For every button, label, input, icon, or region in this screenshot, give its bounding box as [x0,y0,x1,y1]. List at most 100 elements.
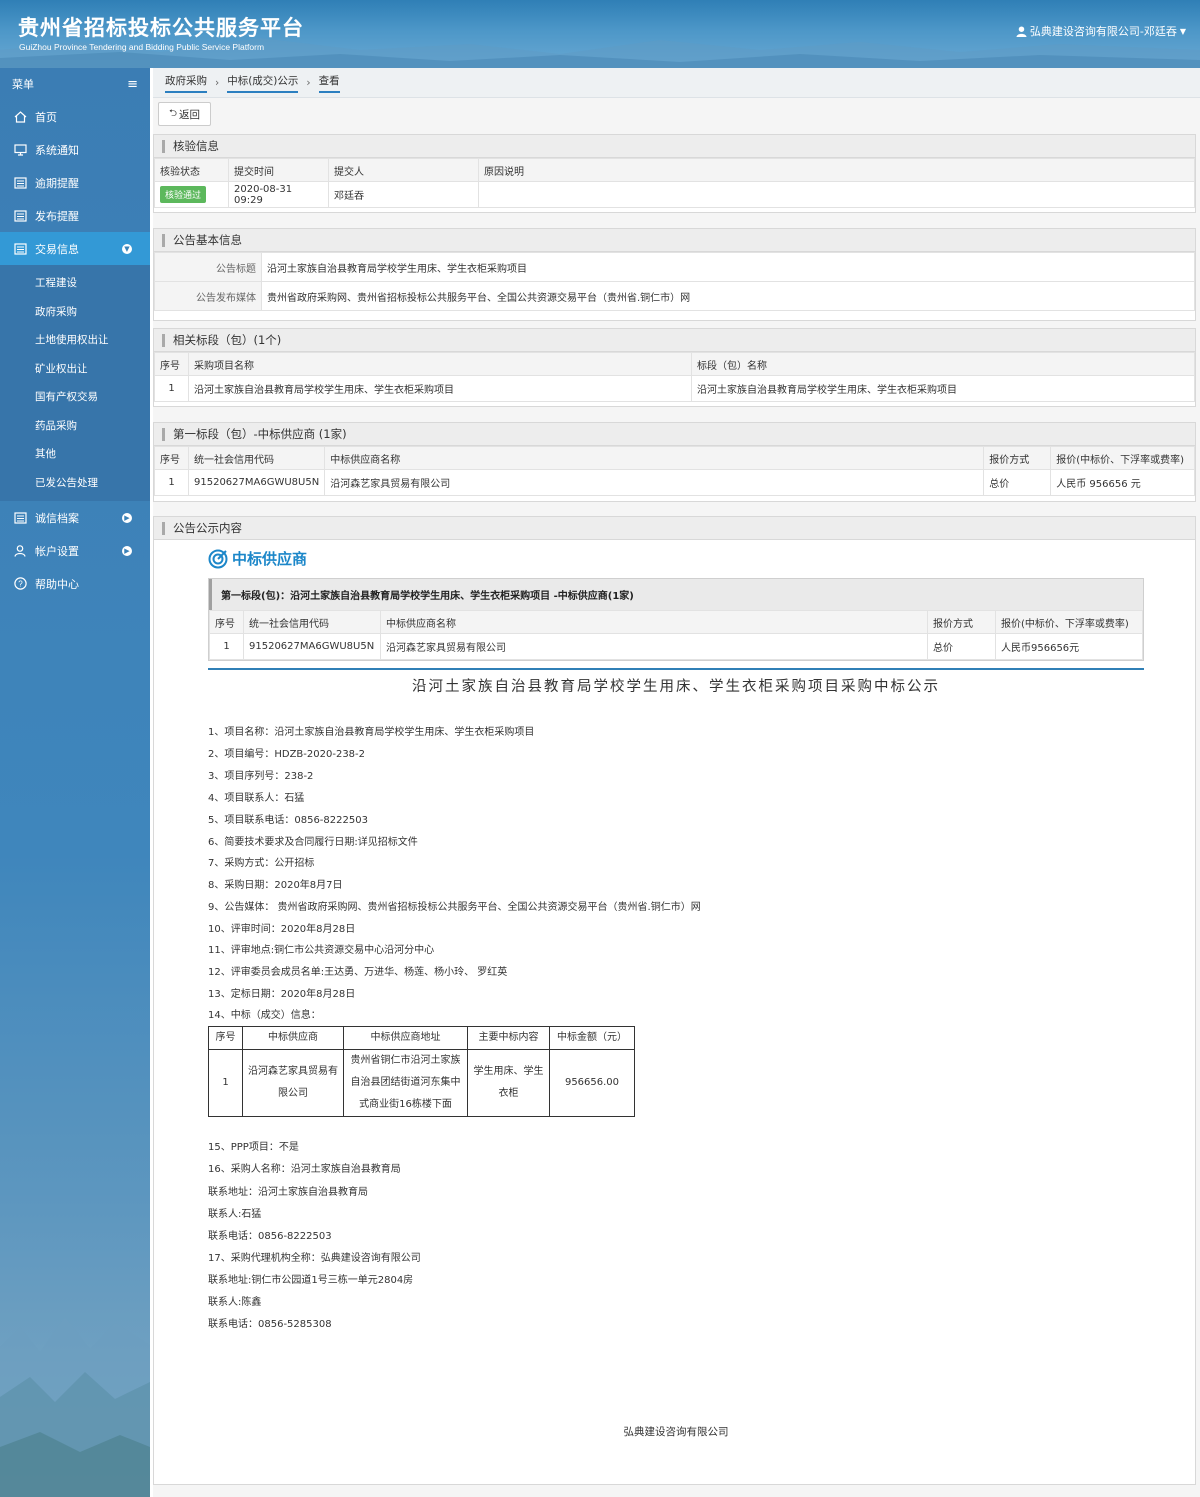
sidebar-item-home[interactable]: 首页 [0,100,150,133]
breadcrumb-item[interactable]: 政府采购 [165,73,207,93]
top-banner: 贵州省招标投标公共服务平台 GuiZhou Province Tendering… [0,0,1200,68]
panel-title-text: 核验信息 [173,139,219,153]
panel-title: 相关标段（包）(1个) [154,329,1195,352]
field-label: 公告标题 [154,252,262,282]
user-icon [1016,25,1027,37]
submenu-item-construction[interactable]: 工程建设 [0,269,150,298]
sidebar-item-label: 诚信档案 [35,511,79,525]
cell: 沿河土家族自治县教育局学校学生用床、学生衣柜采购项目 [691,375,1195,402]
list-icon [12,242,28,256]
table-row: 公告发布媒体 贵州省政府采购网、贵州省招标投标公共服务平台、全国公共资源交易平台… [154,281,1195,311]
col-header: 报价方式 [927,610,996,634]
submenu-item-mining[interactable]: 矿业权出让 [0,355,150,384]
col-header: 中标供应商地址 [343,1026,468,1050]
panel-title-text: 相关标段（包）(1个) [173,333,282,347]
target-icon [208,549,228,568]
table-header-row: 序号 统一社会信用代码 中标供应商名称 报价方式 报价(中标价、下浮率或费率) [154,446,1195,470]
article-line: 联系电话：0856-5285308 [208,1319,332,1330]
article-line: 8、采购日期：2020年8月7日 [208,880,343,891]
submenu-item-property[interactable]: 国有产权交易 [0,383,150,412]
col-header: 序号 [208,1026,243,1050]
sidebar-item-label: 帐户设置 [35,544,79,558]
col-header: 序号 [154,352,189,376]
cell: 人民币 956656 元 [1050,469,1195,496]
title-bar [162,521,165,535]
breadcrumb-item[interactable]: 查看 [318,73,340,93]
title-bar [162,427,165,441]
table-header-row: 序号 统一社会信用代码 中标供应商名称 报价方式 报价(中标价、下浮率或费率) [209,610,1143,634]
menu-label: 菜单 [12,78,34,91]
title-bar [162,233,165,247]
platform-subtitle: GuiZhou Province Tendering and Bidding P… [19,42,265,52]
col-header: 原因说明 [478,158,1195,182]
sidebar-item-account[interactable]: 帐户设置 ▶ [0,534,150,567]
bid-summary-box: 第一标段(包)：沿河土家族自治县教育局学校学生用床、学生衣柜采购项目 -中标供应… [208,578,1144,661]
col-header: 统一社会信用代码 [187,446,326,470]
signature: 弘典建设咨询有限公司 [623,1426,729,1438]
article-line: 17、采购代理机构全称：弘典建设咨询有限公司 [208,1253,421,1264]
col-header: 中标供应商名称 [380,610,928,634]
col-header: 统一社会信用代码 [243,610,381,634]
caret-down-icon: ▼ [1179,26,1186,36]
table-row: 公告标题 沿河土家族自治县教育局学校学生用床、学生衣柜采购项目 [154,252,1195,282]
basic-info-table: 公告标题 沿河土家族自治县教育局学校学生用床、学生衣柜采购项目 公告发布媒体 贵… [154,252,1195,311]
hamburger-icon[interactable]: ≡ [127,77,138,92]
sidebar-item-overdue[interactable]: 逾期提醒 [0,166,150,199]
table-header-row: 核验状态 提交时间 提交人 原因说明 [154,158,1195,182]
article-line: 10、评审时间：2020年8月28日 [208,924,356,935]
sidebar-item-notice[interactable]: 系统通知 [0,133,150,166]
panel-title: 核验信息 [154,135,1195,158]
back-button[interactable]: ⮌ 返回 [158,102,211,126]
submenu-item-published[interactable]: 已发公告处理 [0,469,150,498]
list-icon [12,209,28,223]
win-heading-text: 中标供应商 [232,550,308,568]
submenu-item-land[interactable]: 土地使用权出让 [0,326,150,355]
cell: 沿河森艺家具贸易有限公司 [324,469,985,496]
article-line: 16、采购人名称：沿河土家族自治县教育局 [208,1164,401,1175]
cell: 956656.00 [549,1049,635,1117]
article-line: 联系电话：0856-8222503 [208,1231,332,1242]
list-icon [12,176,28,190]
cell: 人民币956656元 [995,633,1143,660]
monitor-icon [12,143,28,157]
winner-panel: 第一标段（包）-中标供应商 (1家) 序号 统一社会信用代码 中标供应商名称 报… [153,422,1196,502]
sidebar-item-trade[interactable]: 交易信息 ▼ [0,232,150,265]
col-header: 中标金额（元） [549,1026,635,1050]
sidebar-item-help[interactable]: ? 帮助中心 [0,567,150,600]
col-header: 报价(中标价、下浮率或费率) [1050,446,1195,470]
cell: 沿河森艺家具贸易有限公司 [242,1049,344,1117]
home-icon [12,110,28,124]
status-cell: 核验通过 [154,181,229,208]
col-header: 提交人 [328,158,479,182]
sections-table: 序号 采购项目名称 标段（包）名称 1 沿河土家族自治县教育局学校学生用床、学生… [154,352,1195,402]
landscape-backdrop [0,1317,150,1497]
submenu-item-gov-procurement[interactable]: 政府采购 [0,298,150,327]
sidebar-item-label: 首页 [35,110,57,124]
breadcrumb-item[interactable]: 中标(成交)公示 [227,73,299,93]
sections-panel: 相关标段（包）(1个) 序号 采购项目名称 标段（包）名称 1 沿河土家族自治县… [153,328,1196,407]
sidebar-item-label: 系统通知 [35,143,79,157]
submenu-item-drug[interactable]: 药品采购 [0,412,150,441]
col-header: 报价方式 [983,446,1052,470]
win-heading: 中标供应商 [208,548,307,569]
list-icon [12,511,28,525]
sidebar-item-publish[interactable]: 发布提醒 [0,199,150,232]
platform-title: 贵州省招标投标公共服务平台 [18,16,304,40]
article-line: 5、项目联系电话：0856-8222503 [208,815,368,826]
cell: 总价 [927,633,996,660]
table-header-row: 序号 采购项目名称 标段（包）名称 [154,352,1195,376]
col-header: 中标供应商 [242,1026,344,1050]
submenu-item-other[interactable]: 其他 [0,440,150,469]
sidebar-item-credit[interactable]: 诚信档案 ▶ [0,501,150,534]
table-row: 1 沿河森艺家具贸易有限公司 贵州省铜仁市沿河土家族自治县团结街道河东集中式商业… [208,1049,635,1117]
notice-body: 中标供应商 第一标段(包)：沿河土家族自治县教育局学校学生用床、学生衣柜采购项目… [154,540,1195,1484]
time-cell: 2020-08-31 09:29 [228,181,329,208]
user-menu[interactable]: 弘典建设咨询有限公司-邓廷吞 ▼ [1016,23,1186,39]
cell: 1 [154,469,189,496]
cell: 1 [154,375,189,402]
panel-title-text: 公告基本信息 [173,233,242,247]
sidebar-item-label: 发布提醒 [35,209,79,223]
verify-table: 核验状态 提交时间 提交人 原因说明 核验通过 2020-08-31 09:29… [154,158,1195,208]
chevron-right-icon: ▶ [122,512,132,523]
reason-cell [478,181,1195,208]
